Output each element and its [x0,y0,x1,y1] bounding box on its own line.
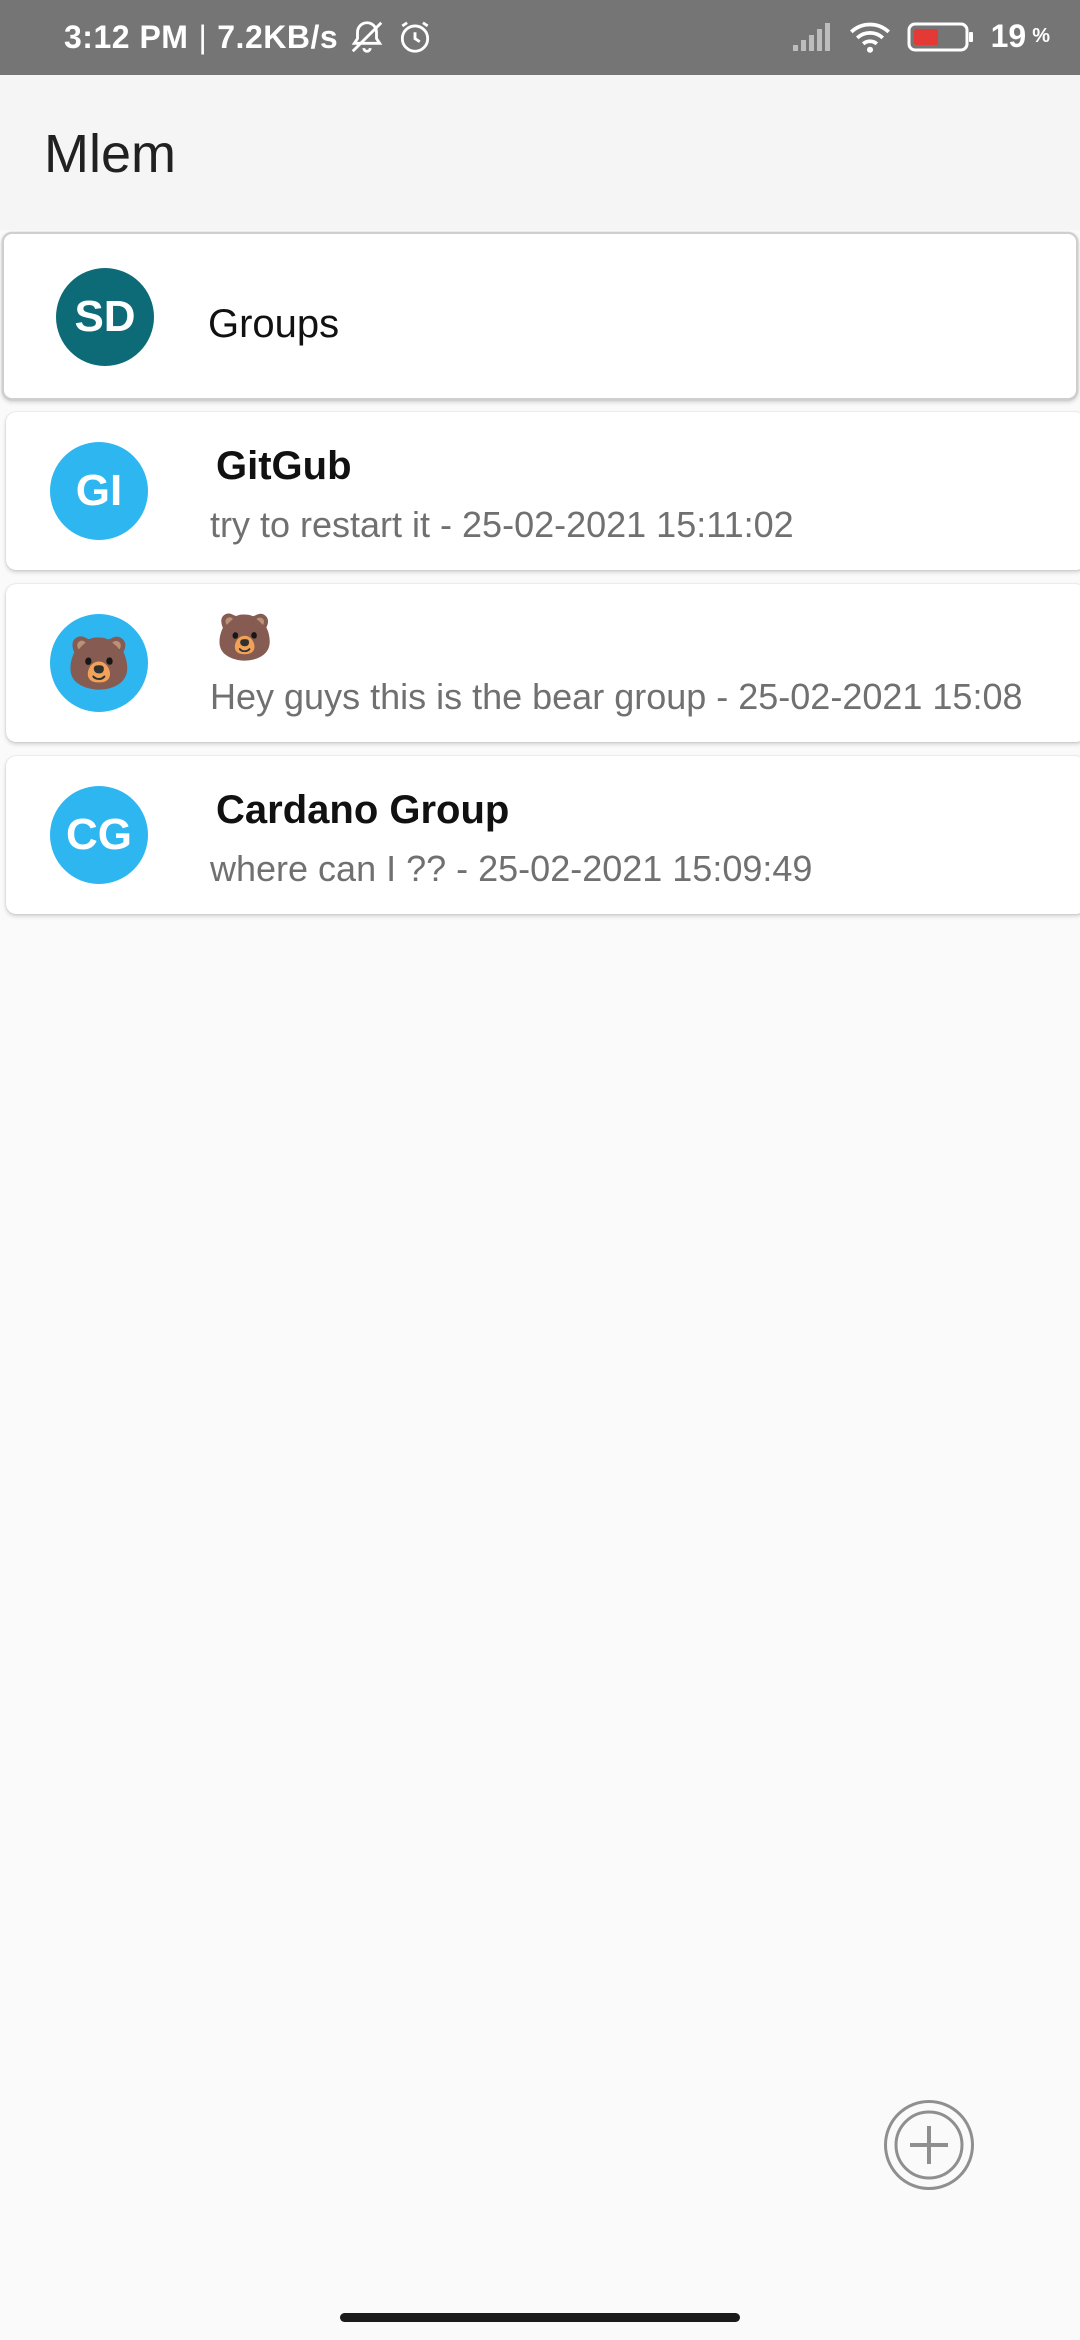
add-circle-icon [890,2106,968,2184]
group-name: Cardano Group [216,788,510,832]
group-avatar-initials: CG [66,810,132,859]
user-avatar: SD [56,268,154,366]
alarm-icon [396,18,434,56]
user-avatar-initials: SD [74,292,136,341]
bear-emoji-icon: 🐻 [66,634,132,693]
battery-percent: 19 [990,18,1027,54]
status-bar: 3:12 PM | 7.2KB/s 19 % [0,0,1080,75]
group-item[interactable]: 🐻 🐻 Hey guys this is the bear group - 25… [6,584,1080,742]
cell-signal-icon [791,21,833,53]
battery-icon [907,20,975,54]
battery-fill [913,28,938,45]
group-last-message: try to restart it - 25-02-2021 15:11:02 [210,504,794,545]
status-separator: | [198,18,208,55]
group-last-message: Hey guys this is the bear group - 25-02-… [210,676,1023,717]
group-avatar: CG [50,786,148,884]
status-time: 3:12 PM [64,18,189,55]
network-speed: 7.2KB/s [217,18,339,55]
bell-muted-icon [348,18,386,56]
groups-header-card[interactable]: SD Groups [2,232,1078,400]
group-name: 🐻 [216,611,274,663]
group-item[interactable]: CG Cardano Group where can I ?? - 25-02-… [6,756,1080,914]
status-right: 19 % [791,18,1050,55]
group-avatar: 🐻 [50,614,148,712]
group-avatar-initials: GI [75,466,123,515]
app-bar: Mlem [0,75,1080,230]
group-item[interactable]: GI GitGub try to restart it - 25-02-2021… [6,412,1080,570]
status-left: 3:12 PM | 7.2KB/s [64,18,434,56]
wifi-icon [849,20,891,54]
app-title: Mlem [44,124,176,184]
group-name: GitGub [216,444,352,488]
screen: 3:12 PM | 7.2KB/s 19 % Mlem SD Groups GI… [0,0,1080,2340]
groups-header-label: Groups [208,302,340,346]
battery-percent-sign: % [1032,25,1050,47]
gesture-nav-handle[interactable] [340,2313,740,2322]
add-group-button[interactable] [884,2100,974,2190]
group-last-message: where can I ?? - 25-02-2021 15:09:49 [210,848,813,889]
group-avatar: GI [50,442,148,540]
